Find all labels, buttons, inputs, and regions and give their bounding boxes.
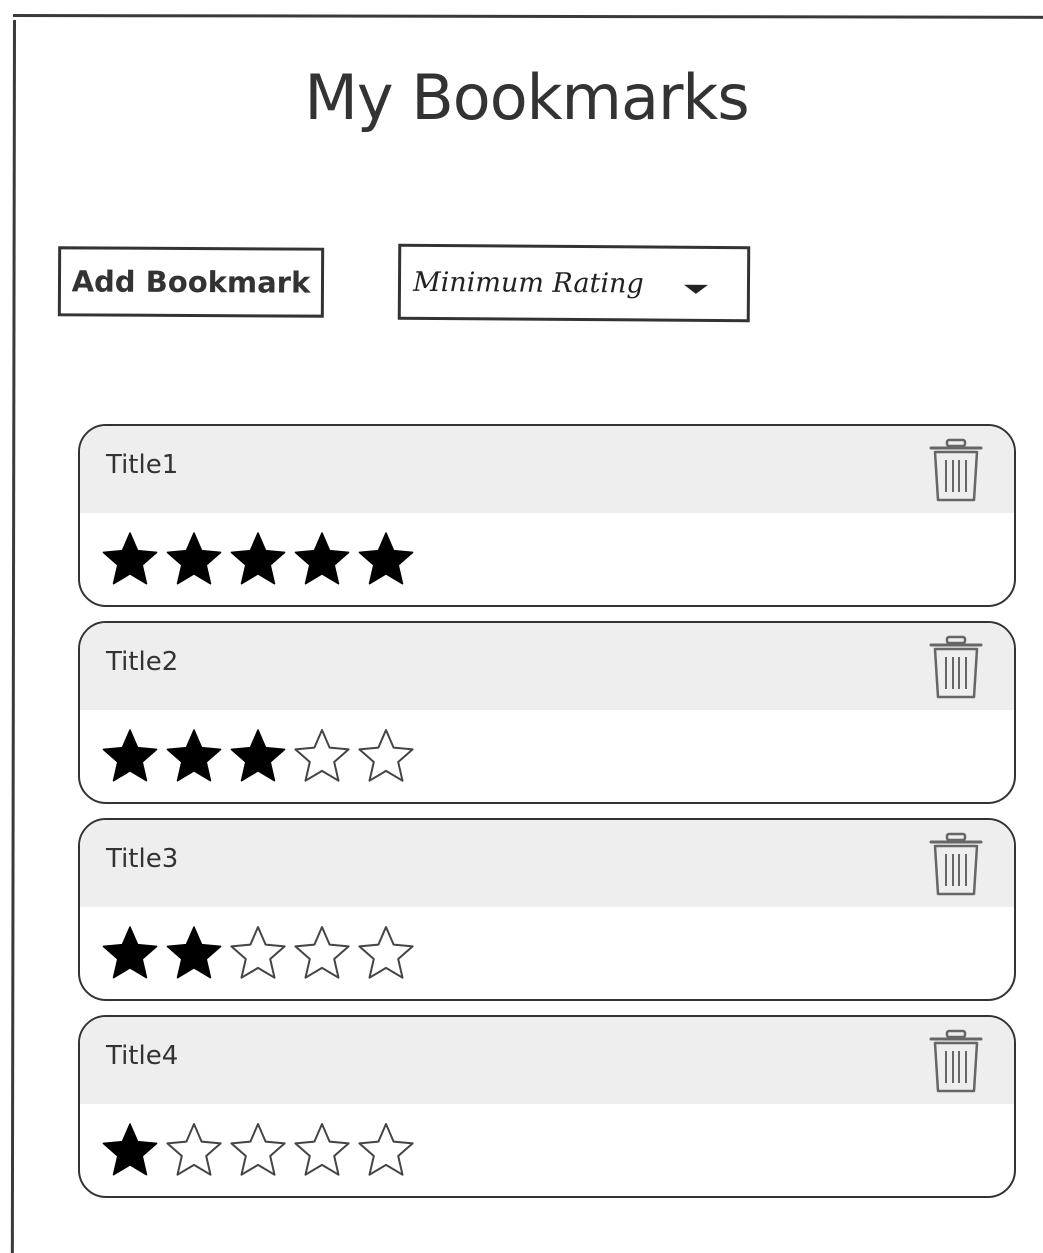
bookmark-card: Title4 (78, 1015, 1016, 1198)
page-title: My Bookmarks (304, 61, 749, 134)
bookmark-card-header: Title1 (80, 426, 1014, 513)
star-empty-icon[interactable] (164, 1121, 224, 1181)
star-filled-icon[interactable] (228, 727, 288, 787)
star-empty-icon[interactable] (292, 727, 352, 787)
bookmark-title: Title3 (106, 844, 179, 874)
bookmark-title: Title2 (106, 647, 179, 677)
bookmark-title: Title4 (106, 1041, 179, 1071)
frame-border-left (10, 20, 16, 1253)
star-filled-icon[interactable] (228, 530, 288, 590)
trash-icon[interactable] (928, 438, 984, 504)
trash-icon[interactable] (928, 1029, 984, 1095)
star-empty-icon[interactable] (292, 924, 352, 984)
chevron-down-icon (683, 284, 708, 294)
bookmark-card: Title3 (78, 818, 1016, 1001)
star-empty-icon[interactable] (356, 727, 416, 787)
star-filled-icon[interactable] (164, 924, 224, 984)
bookmark-card-header: Title2 (80, 623, 1014, 710)
star-filled-icon[interactable] (100, 530, 160, 590)
star-filled-icon[interactable] (100, 1121, 160, 1181)
star-filled-icon[interactable] (100, 727, 160, 787)
star-empty-icon[interactable] (356, 924, 416, 984)
bookmark-title: Title1 (106, 450, 179, 480)
star-rating (100, 727, 416, 787)
star-rating (100, 924, 416, 984)
add-bookmark-button[interactable]: Add Bookmark (57, 246, 325, 318)
frame-border-top (12, 14, 1043, 19)
star-filled-icon[interactable] (100, 924, 160, 984)
star-filled-icon[interactable] (164, 727, 224, 787)
bookmark-card: Title2 (78, 621, 1016, 804)
star-empty-icon[interactable] (228, 1121, 288, 1181)
star-empty-icon[interactable] (292, 1121, 352, 1181)
star-filled-icon[interactable] (164, 530, 224, 590)
minimum-rating-dropdown[interactable]: Minimum Rating (397, 243, 751, 323)
star-filled-icon[interactable] (356, 530, 416, 590)
star-empty-icon[interactable] (356, 1121, 416, 1181)
bookmark-card-header: Title4 (80, 1017, 1014, 1104)
trash-icon[interactable] (928, 635, 984, 701)
star-rating (100, 530, 416, 590)
star-empty-icon[interactable] (228, 924, 288, 984)
star-rating (100, 1121, 416, 1181)
trash-icon[interactable] (928, 832, 984, 898)
bookmark-card-header: Title3 (80, 820, 1014, 907)
bookmark-card: Title1 (78, 424, 1016, 607)
bookmark-list: Title1 Title2 Title3 Title4 (78, 424, 1017, 1212)
minimum-rating-label: Minimum Rating (412, 266, 644, 299)
star-filled-icon[interactable] (292, 530, 352, 590)
